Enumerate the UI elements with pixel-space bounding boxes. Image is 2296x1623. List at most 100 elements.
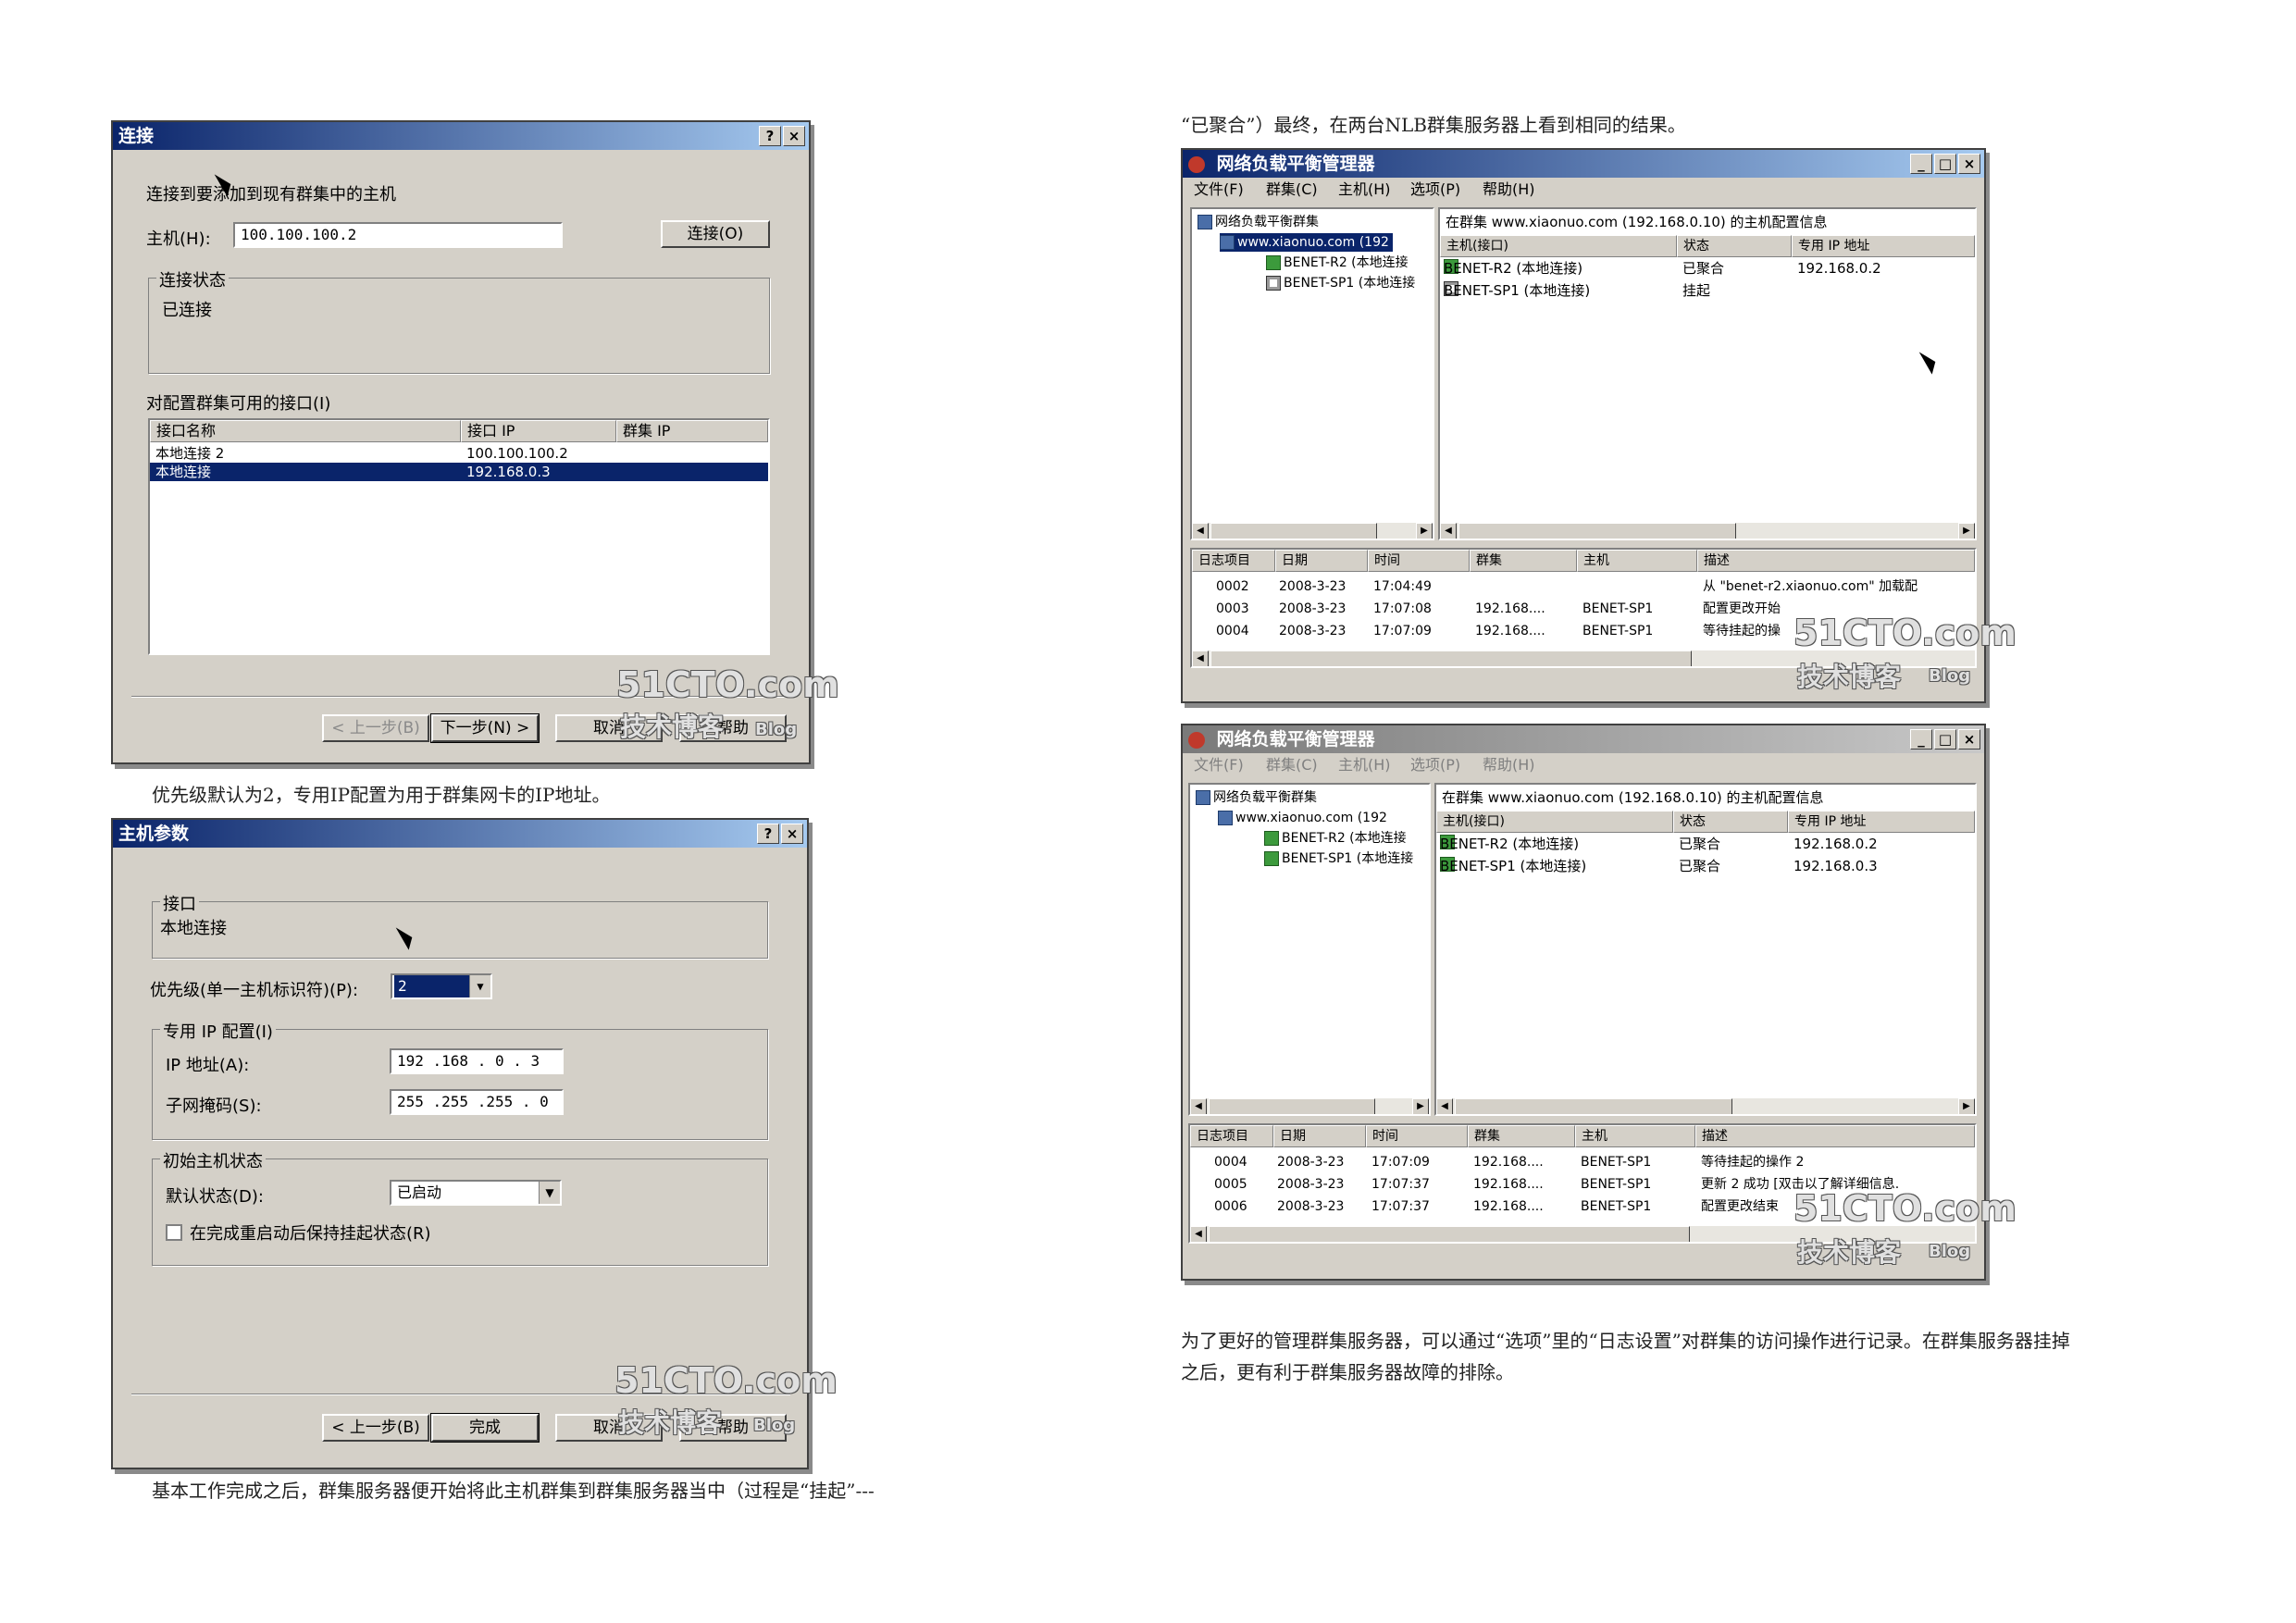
column-header-cluster-ip[interactable]: 群集 IP [616, 420, 768, 442]
back-button[interactable]: < 上一步(B) [322, 1414, 429, 1442]
column-header-ip[interactable]: 接口 IP [461, 420, 616, 442]
scroll-thumb[interactable] [1209, 1098, 1375, 1114]
log-header-desc[interactable]: 描述 [1695, 1125, 1975, 1147]
tree-host-r2[interactable]: BENET-R2 (本地连接 [1264, 829, 1407, 848]
table-row[interactable]: BENET-R2 (本地连接) 已聚合 192.168.0.2 [1436, 835, 1975, 853]
menu-help[interactable]: 帮助(H) [1483, 753, 1535, 777]
scroll-left-icon[interactable]: ◀ [1190, 1098, 1207, 1114]
menu-cluster[interactable]: 群集(C) [1266, 753, 1318, 777]
log-header-time[interactable]: 时间 [1366, 1125, 1468, 1147]
help-title-button[interactable]: ? [757, 824, 779, 844]
column-header-dedicated-ip[interactable]: 专用 IP 地址 [1788, 811, 1975, 833]
tree-host-sp1[interactable]: BENET-SP1 (本地连接 [1264, 849, 1413, 868]
subnet-mask-input[interactable]: 255 .255 .255 . 0 [390, 1089, 564, 1115]
log-header-id[interactable]: 日志项目 [1192, 550, 1275, 572]
scroll-left-icon[interactable]: ◀ [1190, 1226, 1207, 1242]
menu-help[interactable]: 帮助(H) [1483, 178, 1535, 202]
detail-scrollbar[interactable]: ◀ ▶ [1436, 1097, 1975, 1114]
column-header-host[interactable]: 主机(接口) [1440, 235, 1677, 257]
tree-root[interactable]: 网络负载平衡群集 [1198, 213, 1319, 231]
scroll-left-icon[interactable]: ◀ [1436, 1098, 1453, 1114]
tree-cluster[interactable]: www.xiaonuo.com (192 [1220, 233, 1393, 252]
column-header-name[interactable]: 接口名称 [150, 420, 461, 442]
interface-list[interactable]: 接口名称 接口 IP 群集 IP 本地连接 2 100.100.100.2 本地… [148, 418, 770, 655]
menu-host[interactable]: 主机(H) [1338, 753, 1391, 777]
group-title: 初始主机状态 [160, 1148, 266, 1172]
log-row[interactable]: 0002 2008-3-23 17:04:49 从 "benet-r2.xiao… [1192, 577, 1975, 596]
log-header-date[interactable]: 日期 [1275, 550, 1368, 572]
scroll-right-icon[interactable]: ▶ [1412, 1098, 1429, 1114]
maximize-icon[interactable]: □ [1934, 154, 1956, 174]
detail-scrollbar[interactable]: ◀ ▶ [1440, 522, 1975, 539]
watermark-logo: 51CTO.com [614, 1360, 838, 1401]
column-header-state[interactable]: 状态 [1677, 235, 1792, 257]
detail-title: 在群集 www.xiaonuo.com (192.168.0.10) 的主机配置… [1442, 789, 1824, 806]
close-icon[interactable]: × [1958, 729, 1980, 750]
tree-host-r2[interactable]: BENET-R2 (本地连接 [1266, 254, 1409, 272]
help-title-button[interactable]: ? [759, 126, 781, 146]
log-header-host[interactable]: 主机 [1575, 1125, 1695, 1147]
host-detail-pane[interactable]: 在群集 www.xiaonuo.com (192.168.0.10) 的主机配置… [1434, 783, 1977, 1116]
menu-host[interactable]: 主机(H) [1338, 178, 1391, 202]
scroll-thumb[interactable] [1458, 523, 1736, 539]
host-detail-pane[interactable]: 在群集 www.xiaonuo.com (192.168.0.10) 的主机配置… [1438, 207, 1977, 540]
log-header-id[interactable]: 日志项目 [1190, 1125, 1273, 1147]
cluster-tree-pane[interactable]: 网络负载平衡群集 www.xiaonuo.com (192 BENET-R2 (… [1188, 783, 1431, 1116]
log-row[interactable]: 0004 2008-3-23 17:07:09 192.168.... BENE… [1190, 1153, 1975, 1171]
scroll-thumb[interactable] [1210, 523, 1377, 539]
initial-state-group: 初始主机状态 默认状态(D): 已启动 ▼ 在完成重启动后保持挂起状态(R) [152, 1148, 768, 1266]
column-header-dedicated-ip[interactable]: 专用 IP 地址 [1792, 235, 1975, 257]
close-icon[interactable]: × [781, 824, 803, 844]
scroll-thumb[interactable] [1455, 1098, 1732, 1114]
host-input[interactable]: 100.100.100.2 [233, 222, 563, 248]
close-icon[interactable]: × [783, 126, 805, 146]
scroll-thumb[interactable] [1209, 1226, 1690, 1242]
minimize-icon[interactable]: _ [1910, 154, 1932, 174]
intro-text: 连接到要添加到现有群集中的主机 [146, 185, 396, 204]
tree-scrollbar[interactable]: ◀ ▶ [1192, 522, 1433, 539]
scroll-thumb[interactable] [1210, 650, 1692, 666]
table-row[interactable]: BENET-R2 (本地连接) 已聚合 192.168.0.2 [1440, 259, 1975, 278]
log-header-host[interactable]: 主机 [1577, 550, 1697, 572]
list-item[interactable]: 本地连接 2 100.100.100.2 [150, 444, 768, 463]
tree-root[interactable]: 网络负载平衡群集 [1196, 788, 1317, 807]
priority-select[interactable]: 2 ▼ [391, 973, 492, 999]
chevron-down-icon[interactable]: ▼ [469, 975, 490, 997]
finish-button[interactable]: 完成 [430, 1413, 540, 1443]
list-item-selected[interactable]: 本地连接 192.168.0.3 [150, 463, 768, 481]
menu-options[interactable]: 选项(P) [1410, 753, 1460, 777]
scroll-left-icon[interactable]: ◀ [1192, 650, 1209, 666]
log-header-desc[interactable]: 描述 [1697, 550, 1975, 572]
column-header-host[interactable]: 主机(接口) [1436, 811, 1673, 833]
ip-address-input[interactable]: 192 .168 . 0 . 3 [390, 1048, 564, 1074]
menu-cluster[interactable]: 群集(C) [1266, 178, 1318, 202]
log-header-cluster[interactable]: 群集 [1468, 1125, 1575, 1147]
tree-cluster[interactable]: www.xiaonuo.com (192 [1218, 809, 1387, 827]
cluster-tree-pane[interactable]: 网络负载平衡群集 www.xiaonuo.com (192 BENET-R2 (… [1190, 207, 1434, 540]
scroll-left-icon[interactable]: ◀ [1192, 523, 1209, 539]
next-button[interactable]: 下一步(N) > [430, 713, 540, 743]
back-button[interactable]: < 上一步(B) [322, 714, 429, 742]
minimize-icon[interactable]: _ [1910, 729, 1932, 750]
chevron-down-icon[interactable]: ▼ [539, 1182, 560, 1204]
menu-file[interactable]: 文件(F) [1194, 753, 1244, 777]
scroll-right-icon[interactable]: ▶ [1958, 523, 1975, 539]
log-header-time[interactable]: 时间 [1368, 550, 1470, 572]
tree-host-sp1[interactable]: BENET-SP1 (本地连接 [1266, 274, 1415, 292]
table-row[interactable]: BENET-SP1 (本地连接) 已聚合 192.168.0.3 [1436, 857, 1975, 875]
log-header-date[interactable]: 日期 [1273, 1125, 1366, 1147]
table-row[interactable]: BENET-SP1 (本地连接) 挂起 [1440, 281, 1975, 300]
default-state-select[interactable]: 已启动 ▼ [390, 1180, 562, 1206]
keep-suspended-checkbox[interactable] [166, 1224, 182, 1241]
scroll-left-icon[interactable]: ◀ [1440, 523, 1457, 539]
tree-scrollbar[interactable]: ◀ ▶ [1190, 1097, 1429, 1114]
column-header-state[interactable]: 状态 [1673, 811, 1788, 833]
close-icon[interactable]: × [1958, 154, 1980, 174]
log-header-cluster[interactable]: 群集 [1470, 550, 1577, 572]
maximize-icon[interactable]: □ [1934, 729, 1956, 750]
scroll-right-icon[interactable]: ▶ [1958, 1098, 1975, 1114]
menu-options[interactable]: 选项(P) [1410, 178, 1460, 202]
connect-button[interactable]: 连接(O) [661, 220, 770, 248]
menu-file[interactable]: 文件(F) [1194, 178, 1244, 202]
scroll-right-icon[interactable]: ▶ [1416, 523, 1433, 539]
